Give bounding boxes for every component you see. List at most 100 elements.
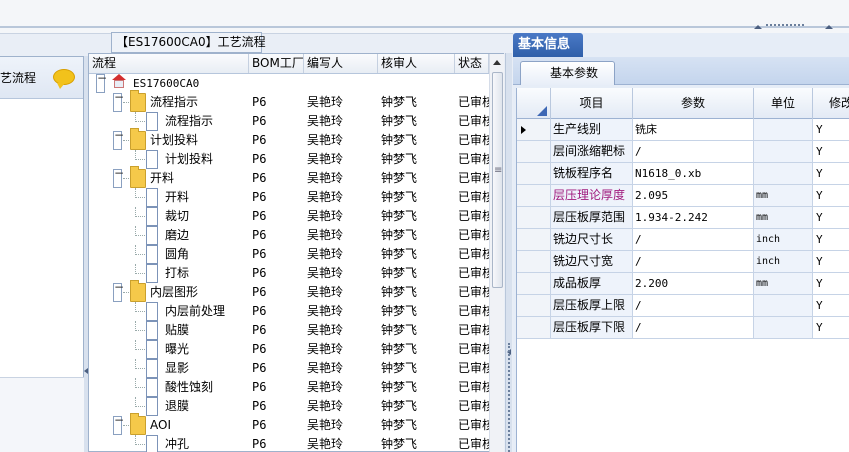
grid-col-modify[interactable]: 修改	[813, 88, 849, 119]
tree-row[interactable]: − 计划投料 P6 吴艳玲 钟梦飞 已审核	[89, 128, 489, 150]
tree-row[interactable]: − 内层图形 P6 吴艳玲 钟梦飞 已审核	[89, 280, 489, 302]
collapse-toggle-icon[interactable]: −	[113, 414, 124, 435]
tree-node-label[interactable]: 圆角	[165, 245, 189, 264]
grid-row[interactable]: 层间涨缩靶标 / Y	[517, 141, 849, 163]
tree-node-label[interactable]: 曝光	[165, 340, 189, 359]
grid-cell-unit[interactable]	[754, 163, 813, 184]
row-header[interactable]	[517, 141, 551, 162]
row-header[interactable]	[517, 185, 551, 206]
tree-node-label[interactable]: 流程指示	[150, 93, 198, 112]
grid-cell-modify[interactable]: Y	[813, 185, 849, 206]
tree-node-label[interactable]: 计划投料	[150, 131, 198, 150]
grid-cell-item[interactable]: 成品板厚	[551, 273, 633, 294]
tree-node-label[interactable]: 酸性蚀刻	[165, 378, 213, 397]
tree-row[interactable]: − 流程指示 P6 吴艳玲 钟梦飞 已审核	[89, 90, 489, 112]
grid-cell-modify[interactable]: Y	[813, 207, 849, 228]
tree-node-label[interactable]: 退膜	[165, 397, 189, 416]
grid-cell-unit[interactable]: mm	[754, 207, 813, 228]
speech-bubble-icon[interactable]	[53, 69, 75, 89]
grid-select-all-corner[interactable]	[517, 88, 551, 119]
tree-node-label[interactable]: 开料	[150, 169, 174, 188]
tree-row[interactable]: 打标 P6 吴艳玲 钟梦飞 已审核	[89, 264, 489, 283]
grid-row[interactable]: 铣边尺寸宽 / inch Y	[517, 251, 849, 273]
grid-cell-param[interactable]: /	[633, 251, 754, 272]
tree-row[interactable]: 磨边 P6 吴艳玲 钟梦飞 已审核	[89, 226, 489, 245]
grid-col-unit[interactable]: 单位	[754, 88, 813, 119]
row-header[interactable]	[517, 207, 551, 228]
tree-row[interactable]: 计划投料 P6 吴艳玲 钟梦飞 已审核	[89, 150, 489, 169]
grid-cell-param[interactable]: /	[633, 229, 754, 250]
tree-row[interactable]: 开料 P6 吴艳玲 钟梦飞 已审核	[89, 188, 489, 207]
collapse-toggle-icon[interactable]: −	[96, 74, 107, 93]
tree-node-label[interactable]: 流程指示	[165, 112, 213, 131]
grid-cell-unit[interactable]: mm	[754, 273, 813, 294]
collapse-toggle-icon[interactable]: −	[113, 129, 124, 150]
collapse-up-icon-right[interactable]	[825, 25, 833, 29]
tree-row[interactable]: 圆角 P6 吴艳玲 钟梦飞 已审核	[89, 245, 489, 264]
grid-cell-modify[interactable]: Y	[813, 317, 849, 338]
grid-cell-unit[interactable]: mm	[754, 185, 813, 206]
tree-row[interactable]: 酸性蚀刻 P6 吴艳玲 钟梦飞 已审核	[89, 378, 489, 397]
grid-cell-item[interactable]: 铣边尺寸长	[551, 229, 633, 250]
tree-row[interactable]: − 开料 P6 吴艳玲 钟梦飞 已审核	[89, 166, 489, 188]
grid-row[interactable]: 层压板厚范围 1.934-2.242 mm Y	[517, 207, 849, 229]
grid-row[interactable]: 铣边尺寸长 / inch Y	[517, 229, 849, 251]
toolbar-grip-handle[interactable]	[754, 24, 812, 30]
grid-cell-modify[interactable]: Y	[813, 295, 849, 316]
grid-cell-param[interactable]: 铣床	[633, 119, 754, 140]
grid-cell-modify[interactable]: Y	[813, 273, 849, 294]
row-header[interactable]	[517, 317, 551, 338]
row-header[interactable]	[517, 229, 551, 250]
tree-row[interactable]: 裁切 P6 吴艳玲 钟梦飞 已审核	[89, 207, 489, 226]
tree-row[interactable]: 冲孔 P6 吴艳玲 钟梦飞 已审核	[89, 435, 489, 452]
tree-node-label[interactable]: 裁切	[165, 207, 189, 226]
grid-cell-unit[interactable]	[754, 141, 813, 162]
grid-col-item[interactable]: 项目	[551, 88, 633, 119]
grid-cell-unit[interactable]	[754, 119, 813, 140]
grid-cell-param[interactable]: 2.095	[633, 185, 754, 206]
grid-cell-param[interactable]: /	[633, 141, 754, 162]
scroll-thumb[interactable]	[492, 72, 503, 288]
tree-node-label[interactable]: 显影	[165, 359, 189, 378]
grid-cell-param[interactable]: 1.934-2.242	[633, 207, 754, 228]
tree-row[interactable]: − AOI P6 吴艳玲 钟梦飞 已审核	[89, 413, 489, 435]
tree-node-label[interactable]: 贴膜	[165, 321, 189, 340]
grid-cell-item[interactable]: 铣板程序名	[551, 163, 633, 184]
grid-cell-item[interactable]: 层压理论厚度	[551, 185, 633, 206]
tree-node-label[interactable]: 冲孔	[165, 435, 189, 452]
grid-cell-modify[interactable]: Y	[813, 163, 849, 184]
tree-node-label[interactable]: ES17600CA0	[133, 74, 199, 93]
tree-row[interactable]: 显影 P6 吴艳玲 钟梦飞 已审核	[89, 359, 489, 378]
grid-cell-unit[interactable]	[754, 317, 813, 338]
grid-row[interactable]: 层压板厚上限 / Y	[517, 295, 849, 317]
tree-node-label[interactable]: 磨边	[165, 226, 189, 245]
grid-cell-item[interactable]: 层压板厚上限	[551, 295, 633, 316]
scroll-up-icon[interactable]	[493, 60, 501, 65]
row-header[interactable]	[517, 251, 551, 272]
grid-row[interactable]: 铣板程序名 N1618_0.xb Y	[517, 163, 849, 185]
collapse-toggle-icon[interactable]: −	[113, 281, 124, 302]
grid-row[interactable]: 生产线别 铣床 Y	[517, 119, 849, 141]
grid-cell-param[interactable]: /	[633, 317, 754, 338]
grid-cell-unit[interactable]: inch	[754, 251, 813, 272]
splitter-grip[interactable]	[508, 343, 510, 452]
collapse-up-icon[interactable]	[754, 25, 762, 29]
collapse-toggle-icon[interactable]: −	[113, 167, 124, 188]
grid-cell-item[interactable]: 层压板厚范围	[551, 207, 633, 228]
tree-col-writer[interactable]: 编写人	[304, 54, 378, 73]
tree-node-label[interactable]: 打标	[165, 264, 189, 283]
tree-col-reviewer[interactable]: 核审人	[378, 54, 455, 73]
tree-col-state[interactable]: 状态	[455, 54, 489, 73]
tree-node-label[interactable]: 计划投料	[165, 150, 213, 169]
tree-vertical-scrollbar[interactable]	[489, 54, 504, 452]
tree-row[interactable]: 流程指示 P6 吴艳玲 钟梦飞 已审核	[89, 112, 489, 131]
grid-cell-modify[interactable]: Y	[813, 141, 849, 162]
grid-col-param[interactable]: 参数	[633, 88, 754, 119]
tree-row[interactable]: 内层前处理 P6 吴艳玲 钟梦飞 已审核	[89, 302, 489, 321]
tree-row[interactable]: − ES17600CA0	[89, 74, 489, 93]
row-header[interactable]	[517, 119, 551, 140]
grid-cell-item[interactable]: 层压板厚下限	[551, 317, 633, 338]
grid-row[interactable]: 层压理论厚度 2.095 mm Y	[517, 185, 849, 207]
tab-basic-info[interactable]: 基本信息	[513, 33, 583, 57]
collapse-toggle-icon[interactable]: −	[113, 91, 124, 112]
